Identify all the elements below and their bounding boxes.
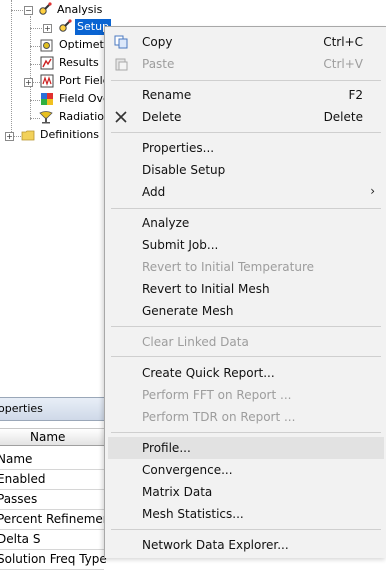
menu-separator bbox=[111, 529, 381, 530]
column-header-name[interactable]: Name bbox=[0, 428, 104, 446]
properties-title: operties bbox=[0, 402, 43, 415]
menu-item-create-quick-report[interactable]: Create Quick Report... bbox=[105, 362, 386, 384]
menu-item-disable-setup[interactable]: Disable Setup bbox=[105, 159, 386, 181]
menu-item-label: Perform FFT on Report ... bbox=[142, 388, 292, 402]
menu-separator bbox=[111, 132, 381, 133]
tree-item-label: Analysis bbox=[57, 3, 103, 16]
property-name: Delta S bbox=[0, 532, 41, 546]
menu-item-label: Revert to Initial Mesh bbox=[142, 282, 270, 296]
field-overlays-icon bbox=[41, 93, 53, 105]
menu-item-label: Matrix Data bbox=[142, 485, 213, 499]
tree-connector bbox=[30, 64, 40, 65]
tree-item-label: Results bbox=[59, 56, 99, 69]
menu-item-revert-mesh[interactable]: Revert to Initial Mesh bbox=[105, 278, 386, 300]
menu-item-network-data-explorer[interactable]: Network Data Explorer... bbox=[105, 534, 386, 556]
menu-item-label: Disable Setup bbox=[142, 163, 226, 177]
menu-item-rename[interactable]: Rename F2 bbox=[105, 84, 386, 106]
menu-separator bbox=[111, 432, 381, 433]
menu-separator bbox=[111, 80, 381, 81]
collapse-toggle[interactable]: − bbox=[24, 6, 33, 15]
menu-item-profile[interactable]: Profile... bbox=[108, 437, 384, 459]
property-name: Percent Refinement bbox=[0, 512, 116, 526]
menu-item-label: Perform TDR on Report ... bbox=[142, 410, 296, 424]
context-menu: Copy Ctrl+C Paste Ctrl+V Rename F2 Delet… bbox=[104, 26, 386, 558]
menu-item-matrix-data[interactable]: Matrix Data bbox=[105, 481, 386, 503]
property-row[interactable]: Delta S bbox=[0, 530, 104, 550]
properties-title-bar: operties bbox=[0, 397, 104, 421]
menu-item-label: Clear Linked Data bbox=[142, 335, 249, 349]
menu-item-shortcut: F2 bbox=[348, 88, 363, 102]
menu-item-label: Profile... bbox=[142, 441, 191, 455]
menu-item-submit-job[interactable]: Submit Job... bbox=[105, 234, 386, 256]
paste-icon bbox=[115, 58, 128, 71]
property-row[interactable]: Passes bbox=[0, 490, 104, 510]
menu-item-label: Add bbox=[142, 185, 166, 199]
expand-toggle[interactable]: + bbox=[43, 24, 52, 33]
expand-toggle[interactable]: + bbox=[5, 132, 14, 141]
submenu-arrow-icon: › bbox=[370, 184, 375, 198]
menu-separator bbox=[111, 208, 381, 209]
property-row[interactable]: Solution Freq Type bbox=[0, 550, 107, 570]
radiation-icon bbox=[39, 111, 53, 124]
menu-item-label: Mesh Statistics... bbox=[142, 507, 244, 521]
menu-separator bbox=[111, 356, 381, 357]
menu-item-add[interactable]: Add › bbox=[105, 181, 386, 203]
property-name: Solution Freq Type bbox=[0, 552, 107, 566]
menu-item-label: Paste bbox=[142, 57, 175, 71]
property-name: Passes bbox=[0, 492, 38, 506]
menu-item-generate-mesh[interactable]: Generate Mesh bbox=[105, 300, 386, 322]
tree-connector bbox=[30, 16, 31, 120]
menu-item-label: Copy bbox=[142, 35, 173, 49]
menu-item-perform-tdr[interactable]: Perform TDR on Report ... bbox=[105, 406, 386, 428]
menu-item-properties[interactable]: Properties... bbox=[105, 137, 386, 159]
menu-item-paste[interactable]: Paste Ctrl+V bbox=[105, 53, 386, 75]
menu-item-label: Submit Job... bbox=[142, 238, 219, 252]
tree-connector bbox=[11, 0, 12, 140]
menu-item-label: Generate Mesh bbox=[142, 304, 234, 318]
tree-item-label: Field Ove bbox=[59, 92, 110, 105]
property-row[interactable]: Enabled bbox=[0, 470, 104, 490]
delete-icon bbox=[115, 111, 127, 123]
property-row[interactable]: Percent Refinement bbox=[0, 510, 115, 530]
menu-item-perform-fft[interactable]: Perform FFT on Report ... bbox=[105, 384, 386, 406]
menu-item-clear-linked-data[interactable]: Clear Linked Data bbox=[105, 331, 386, 353]
menu-item-label: Network Data Explorer... bbox=[142, 538, 289, 552]
menu-item-analyze[interactable]: Analyze bbox=[105, 212, 386, 234]
tree-connector bbox=[30, 100, 40, 101]
tree-connector bbox=[30, 46, 40, 47]
menu-item-shortcut: Delete bbox=[323, 110, 363, 124]
tree-item-label: Definitions bbox=[40, 128, 99, 141]
port-field-icon bbox=[40, 74, 54, 88]
column-header-label: Name bbox=[30, 430, 66, 444]
menu-item-label: Create Quick Report... bbox=[142, 366, 275, 380]
folder-icon bbox=[21, 130, 35, 141]
menu-item-copy[interactable]: Copy Ctrl+C bbox=[105, 31, 386, 53]
results-icon bbox=[40, 56, 54, 70]
expand-toggle[interactable]: + bbox=[24, 78, 33, 87]
copy-icon bbox=[114, 35, 128, 49]
menu-item-shortcut: Ctrl+V bbox=[323, 57, 363, 71]
menu-item-label: Rename bbox=[142, 88, 192, 102]
menu-item-label: Analyze bbox=[142, 216, 190, 230]
menu-item-shortcut: Ctrl+C bbox=[323, 35, 363, 49]
menu-item-label: Revert to Initial Temperature bbox=[142, 260, 315, 274]
tree-connector bbox=[30, 28, 44, 29]
menu-item-mesh-statistics[interactable]: Mesh Statistics... bbox=[105, 503, 386, 525]
property-name: Name bbox=[0, 452, 33, 466]
analysis-icon bbox=[39, 2, 52, 15]
property-name: Enabled bbox=[0, 472, 46, 486]
tree-item-label: Port Field bbox=[59, 74, 110, 87]
menu-item-label: Convergence... bbox=[142, 463, 233, 477]
menu-item-label: Properties... bbox=[142, 141, 215, 155]
menu-item-revert-temperature[interactable]: Revert to Initial Temperature bbox=[105, 256, 386, 278]
menu-item-convergence[interactable]: Convergence... bbox=[105, 459, 386, 481]
menu-item-label: Delete bbox=[142, 110, 182, 124]
menu-item-delete[interactable]: Delete Delete bbox=[105, 106, 386, 128]
setup-icon bbox=[59, 19, 72, 32]
optimetrics-icon bbox=[40, 39, 53, 52]
property-row[interactable]: Name bbox=[0, 450, 104, 470]
properties-panel: operties Name Name Enabled Passes Percen… bbox=[0, 394, 115, 570]
project-tree: − Analysis + Setup Optimetri Results + P… bbox=[0, 0, 113, 150]
menu-separator bbox=[111, 326, 381, 327]
